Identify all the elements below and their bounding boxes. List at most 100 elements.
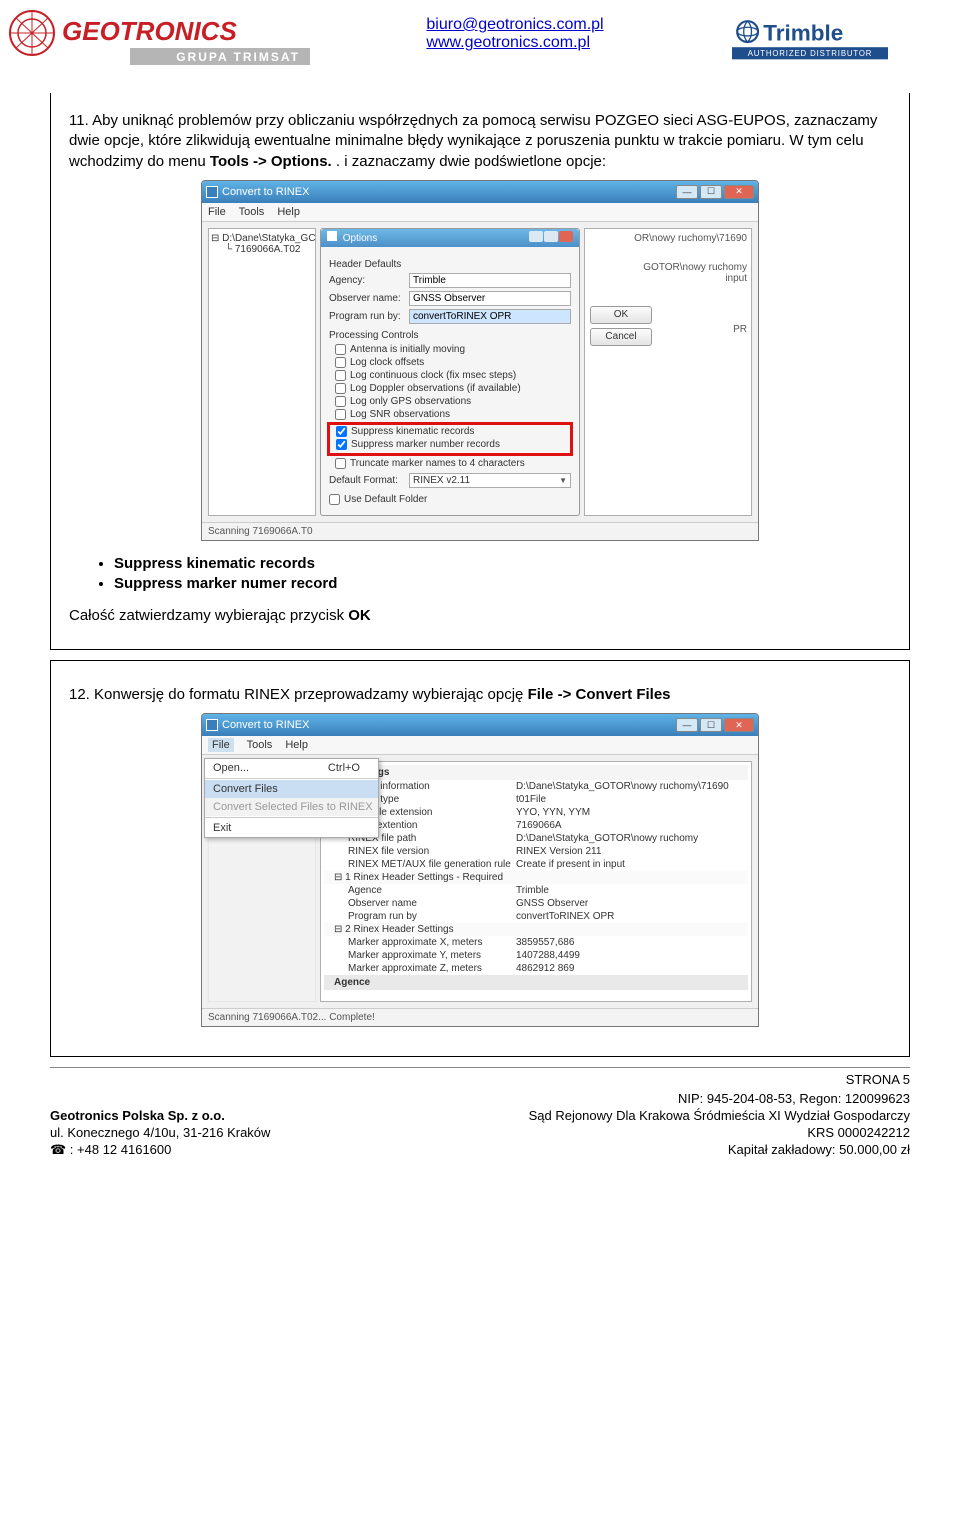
menubar: File Tools Help bbox=[202, 203, 758, 222]
page-number: STRONA 5 bbox=[529, 1072, 910, 1089]
footer-rule bbox=[50, 1067, 910, 1068]
minimize-icon[interactable]: — bbox=[676, 718, 698, 732]
setting-row: Marker approximate Y, meters1407288,4499 bbox=[324, 949, 748, 962]
cancel-button[interactable]: Cancel bbox=[590, 328, 652, 346]
setting-row: Marker approximate Z, meters4862912 869 bbox=[324, 962, 748, 975]
file-tree[interactable]: ⊟ D:\Dane\Statyka_GC └ 7169066A.T02 bbox=[208, 228, 316, 516]
setting-row: Program run byconvertToRINEX OPR bbox=[324, 910, 748, 923]
status-bar: Scanning 7169066A.T0 bbox=[202, 522, 758, 540]
footer-capital: Kapitał zakładowy: 50.000,00 zł bbox=[529, 1142, 910, 1159]
menu-item-convert-selected: Convert Selected Files to RINEX bbox=[205, 798, 378, 816]
menu-tools[interactable]: Tools bbox=[239, 206, 265, 218]
footer-krs: KRS 0000242212 bbox=[529, 1125, 910, 1142]
section-12: 12. Konwersję do formatu RINEX przeprowa… bbox=[50, 660, 910, 1057]
chk-truncate[interactable]: Truncate marker names to 4 characters bbox=[329, 458, 571, 469]
default-format-label: Default Format: bbox=[329, 475, 409, 486]
dlg-max-icon[interactable] bbox=[544, 231, 558, 242]
close-icon[interactable]: ✕ bbox=[724, 185, 754, 199]
window-titlebar: Convert to RINEX — ☐ ✕ bbox=[202, 181, 758, 203]
page-header: GEOTRONICS GRUPA TRIMSAT biuro@geotronic… bbox=[0, 0, 960, 88]
chk-log-continuous[interactable]: Log continuous clock (fix msec steps) bbox=[329, 370, 571, 381]
setting-row: AgenceTrimble bbox=[324, 884, 748, 897]
setting-row: put file typet01File bbox=[324, 793, 748, 806]
svg-text:GRUPA TRIMSAT: GRUPA TRIMSAT bbox=[176, 50, 300, 64]
settings-agence: Agence bbox=[324, 975, 748, 990]
setting-row: INEX file extensionYYO, YYN, YYM bbox=[324, 806, 748, 819]
agency-input[interactable] bbox=[409, 273, 571, 288]
menu-item-open[interactable]: Open...Ctrl+O bbox=[205, 759, 378, 777]
chk-antenna-moving[interactable]: Antenna is initially moving bbox=[329, 344, 571, 355]
footer-court: Sąd Rejonowy Dla Krakowa Śródmieścia XI … bbox=[529, 1108, 910, 1125]
app-icon bbox=[206, 719, 218, 731]
chk-log-doppler[interactable]: Log Doppler observations (if available) bbox=[329, 383, 571, 394]
setting-row: RINEX MET/AUX file generation ruleCreate… bbox=[324, 858, 748, 871]
setting-row: le w/o extention7169066A bbox=[324, 819, 748, 832]
ok-button[interactable]: OK bbox=[590, 306, 652, 324]
footer-tel: ☎ : +48 12 4161600 bbox=[50, 1142, 270, 1159]
email-link[interactable]: biuro@geotronics.com.pl bbox=[426, 16, 603, 34]
group-header-defaults: Header Defaults bbox=[329, 259, 571, 270]
gear-icon bbox=[327, 231, 337, 241]
file-dropdown-menu: Open...Ctrl+O Convert Files Convert Sele… bbox=[204, 758, 379, 838]
logo-text: GEOTRONICS bbox=[62, 16, 237, 46]
status-bar-2: Scanning 7169066A.T02... Complete! bbox=[202, 1008, 758, 1026]
window-title: Convert to RINEX bbox=[222, 186, 309, 198]
menu-item-convert[interactable]: Convert Files bbox=[205, 780, 378, 798]
observer-label: Observer name: bbox=[329, 293, 409, 304]
trimble-logo: Trimble AUTHORIZED DISTRIBUTOR bbox=[720, 8, 900, 68]
dlg-close-icon[interactable] bbox=[559, 231, 573, 242]
window-titlebar-2: Convert to RINEX — ☐ ✕ bbox=[202, 714, 758, 736]
settings-pane[interactable]: File Settings put file informationD:\Dan… bbox=[320, 761, 752, 1002]
program-input[interactable] bbox=[409, 309, 571, 324]
svg-text:AUTHORIZED DISTRIBUTOR: AUTHORIZED DISTRIBUTOR bbox=[748, 49, 873, 58]
info-pane: OR\nowy ruchomy\71690 GOTOR\nowy ruchomy… bbox=[584, 228, 752, 516]
setting-row: Marker approximate X, meters3859557,686 bbox=[324, 936, 748, 949]
footer-company: Geotronics Polska Sp. z o.o. bbox=[50, 1108, 270, 1125]
screenshot-options-dialog: Convert to RINEX — ☐ ✕ File Tools Help ⊟… bbox=[201, 180, 759, 541]
setting-row: put file informationD:\Dane\Statyka_GOTO… bbox=[324, 780, 748, 793]
website-link[interactable]: www.geotronics.com.pl bbox=[426, 34, 603, 52]
options-dialog: Options Header Defaults Agency: Observer… bbox=[320, 228, 580, 516]
chk-suppress-marker[interactable]: Suppress marker number records bbox=[330, 439, 570, 450]
chk-log-snr[interactable]: Log SNR observations bbox=[329, 409, 571, 420]
close-icon[interactable]: ✕ bbox=[724, 718, 754, 732]
para-11-closing: Całość zatwierdzamy wybierając przycisk … bbox=[69, 606, 891, 626]
window-title-2: Convert to RINEX bbox=[222, 719, 309, 731]
menu-help-2[interactable]: Help bbox=[285, 739, 308, 751]
chk-suppress-kinematic[interactable]: Suppress kinematic records bbox=[330, 426, 570, 437]
menu-file-2[interactable]: File bbox=[208, 738, 234, 752]
chevron-down-icon: ▼ bbox=[559, 476, 567, 485]
contact-links: biuro@geotronics.com.pl www.geotronics.c… bbox=[426, 8, 603, 52]
chk-log-gps-only[interactable]: Log only GPS observations bbox=[329, 396, 571, 407]
para-11: 11. Aby uniknąć problemów przy obliczani… bbox=[69, 111, 891, 172]
section-11: 11. Aby uniknąć problemów przy obliczani… bbox=[50, 93, 910, 650]
settings-header: File Settings bbox=[324, 765, 748, 780]
default-format-select[interactable]: RINEX v2.11▼ bbox=[409, 473, 571, 488]
app-icon bbox=[206, 186, 218, 198]
chk-default-folder[interactable]: Use Default Folder bbox=[329, 494, 571, 505]
menu-file[interactable]: File bbox=[208, 206, 226, 218]
bullet-1: Suppress kinematic records bbox=[114, 555, 891, 572]
menu-tools-2[interactable]: Tools bbox=[247, 739, 273, 751]
settings-group-2: ⊟ 2 Rinex Header Settings bbox=[324, 923, 748, 936]
setting-row: Observer nameGNSS Observer bbox=[324, 897, 748, 910]
geotronics-logo: GEOTRONICS GRUPA TRIMSAT bbox=[0, 8, 310, 73]
bullet-2: Suppress marker numer record bbox=[114, 575, 891, 592]
maximize-icon[interactable]: ☐ bbox=[700, 718, 722, 732]
group-processing-controls: Processing Controls bbox=[329, 330, 571, 341]
chk-log-clock[interactable]: Log clock offsets bbox=[329, 357, 571, 368]
maximize-icon[interactable]: ☐ bbox=[700, 185, 722, 199]
minimize-icon[interactable]: — bbox=[676, 185, 698, 199]
footer-nip: NIP: 945-204-08-53, Regon: 120099623 bbox=[529, 1091, 910, 1108]
observer-input[interactable] bbox=[409, 291, 571, 306]
footer-address: ul. Konecznego 4/10u, 31-216 Kraków bbox=[50, 1125, 270, 1142]
dlg-min-icon[interactable] bbox=[529, 231, 543, 242]
menu-item-exit[interactable]: Exit bbox=[205, 819, 378, 837]
agency-label: Agency: bbox=[329, 275, 409, 286]
settings-group-1: ⊟ 1 Rinex Header Settings - Required bbox=[324, 871, 748, 884]
dialog-title: Options bbox=[343, 233, 377, 244]
para-12: 12. Konwersję do formatu RINEX przeprowa… bbox=[69, 685, 891, 705]
screenshot-file-menu: Convert to RINEX — ☐ ✕ File Tools Help O… bbox=[201, 713, 759, 1027]
menu-help[interactable]: Help bbox=[277, 206, 300, 218]
highlighted-options: Suppress kinematic records Suppress mark… bbox=[327, 422, 573, 456]
